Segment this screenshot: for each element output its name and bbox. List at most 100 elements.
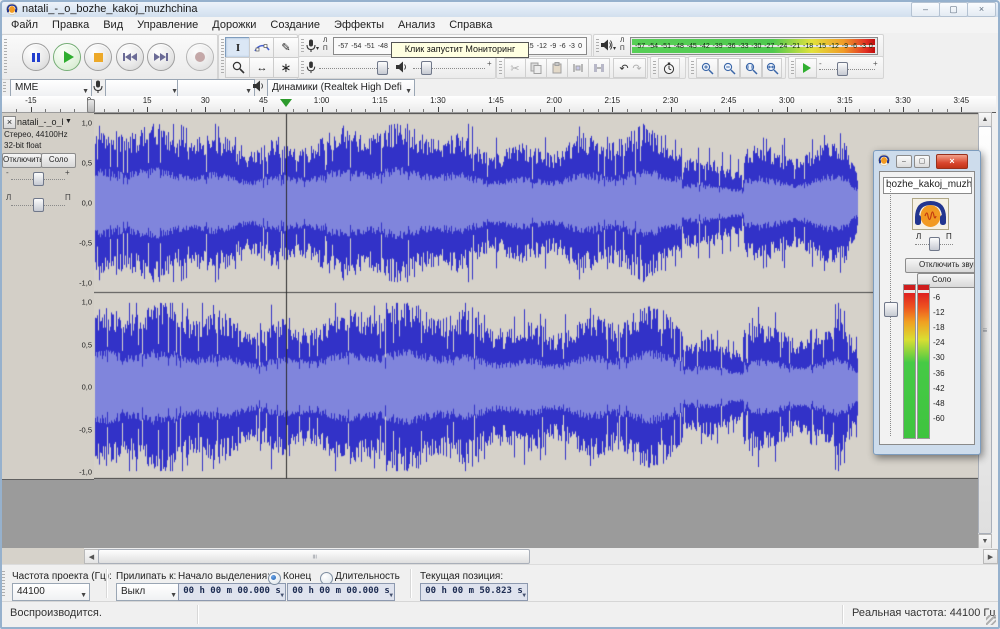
- track-mute-button[interactable]: Отключить звук: [2, 153, 42, 168]
- plus-label: +: [873, 59, 878, 68]
- toolbar-grip[interactable]: [691, 61, 694, 74]
- output-volume-thumb[interactable]: [421, 61, 432, 75]
- track-menu-arrow-icon[interactable]: ▼: [65, 118, 72, 125]
- forward-button[interactable]: [147, 43, 175, 71]
- scroll-right-arrow[interactable]: ▶: [983, 549, 998, 564]
- track-pan-thumb[interactable]: [33, 198, 44, 212]
- close-button[interactable]: ×: [936, 154, 968, 169]
- playback-speed-thumb[interactable]: [837, 62, 848, 76]
- record-button[interactable]: [186, 43, 214, 71]
- toolbar-grip[interactable]: [4, 39, 7, 75]
- menu-item[interactable]: Создание: [263, 18, 327, 32]
- toolbar-grip[interactable]: [221, 39, 224, 75]
- menu-item[interactable]: Вид: [96, 18, 130, 32]
- copy-button[interactable]: [525, 58, 547, 78]
- toolbar-grip[interactable]: [2, 571, 5, 596]
- toolbar-grip[interactable]: [301, 39, 304, 53]
- toolbar-grip[interactable]: [596, 39, 599, 53]
- trim-button[interactable]: [567, 58, 589, 78]
- toolbar-grip[interactable]: [499, 61, 502, 74]
- vertical-ruler[interactable]: 1,0 0,5 0,0 -0,5 -1,0 1,0 0,5 0,0 -0,5 -1,0: [77, 113, 94, 479]
- paste-button[interactable]: [546, 58, 568, 78]
- menu-item[interactable]: Правка: [45, 18, 96, 32]
- timeline-ruler[interactable]: -1501530451:001:151:301:452:002:152:302:…: [0, 96, 996, 113]
- track-close-button[interactable]: ×: [3, 116, 16, 129]
- horizontal-scrollbar[interactable]: ◀ ≡ ▶: [84, 548, 998, 564]
- maximize-button[interactable]: ▢: [939, 2, 968, 17]
- recording-channels-select[interactable]: ▼: [177, 79, 255, 97]
- project-rate-select[interactable]: 44100 ▼: [12, 583, 90, 601]
- mixer-pan-thumb[interactable]: [929, 237, 940, 251]
- scale-label: -21: [790, 42, 801, 50]
- selection-end-field[interactable]: 00 h 00 m 00.000 s ▼: [287, 583, 395, 601]
- horizontal-scrollbar-thumb[interactable]: ≡: [98, 549, 530, 564]
- zoom-out-button[interactable]: [718, 58, 740, 78]
- pause-icon: [32, 52, 40, 62]
- length-radio-label[interactable]: Длительность: [335, 571, 400, 582]
- maximize-button[interactable]: ▢: [914, 155, 930, 168]
- toolbar-grip[interactable]: [653, 61, 656, 74]
- menu-item[interactable]: Управление: [130, 18, 205, 32]
- selection-start-marker[interactable]: [87, 99, 95, 113]
- track-format: 32-bit float: [4, 141, 42, 150]
- rewind-button[interactable]: [116, 43, 144, 71]
- redo-button[interactable]: ↷: [629, 58, 646, 78]
- end-radio-label[interactable]: Конец: [283, 571, 311, 582]
- mixer-gain-thumb[interactable]: [884, 302, 898, 317]
- silence-button[interactable]: [588, 58, 610, 78]
- draw-tool-button[interactable]: ✎: [273, 37, 299, 58]
- minimize-button[interactable]: –: [896, 155, 912, 168]
- mixer-track-name-field[interactable]: bozhe_kakoj_muzhchina: [883, 177, 972, 194]
- stop-button[interactable]: [84, 43, 112, 71]
- scroll-left-arrow[interactable]: ◀: [84, 549, 99, 564]
- audio-host-select[interactable]: MME ▼: [10, 79, 92, 97]
- playback-device-select[interactable]: Динамики (Realtek High Defi ▼: [267, 79, 415, 97]
- multi-tool-button[interactable]: ∗: [273, 57, 299, 78]
- envelope-tool-button[interactable]: [249, 37, 275, 58]
- end-radio[interactable]: [268, 572, 281, 585]
- waveform[interactable]: [94, 113, 978, 479]
- toolbar-grip[interactable]: [791, 61, 794, 74]
- snap-to-select[interactable]: Выкл ▼: [116, 583, 180, 601]
- resize-grip[interactable]: [986, 615, 996, 625]
- title-bar[interactable]: natali_-_o_bozhe_kakoj_muzhchina – ▢ ×: [0, 0, 1000, 18]
- cut-button[interactable]: ✂: [504, 58, 526, 78]
- position-field[interactable]: 00 h 00 m 50.823 s ▼: [420, 583, 528, 601]
- zoom-in-button[interactable]: [696, 58, 718, 78]
- minimize-button[interactable]: –: [911, 2, 940, 17]
- menu-item[interactable]: Справка: [442, 18, 499, 32]
- microphone-icon: [306, 39, 316, 52]
- mixer-mute-button[interactable]: Отключить звук: [905, 258, 974, 273]
- playhead-triangle-icon[interactable]: [280, 99, 292, 107]
- scrollbar-left-filler: [0, 548, 84, 564]
- mixer-board-window[interactable]: – ▢ × bozhe_kakoj_muzhchina Л П Отключит…: [873, 150, 981, 455]
- track-gain-thumb[interactable]: [33, 172, 44, 186]
- dropdown-arrow-icon[interactable]: ▾: [613, 45, 616, 52]
- zoom-selection-button[interactable]: [740, 58, 762, 78]
- input-volume-thumb[interactable]: [377, 61, 388, 75]
- track-solo-button[interactable]: Соло: [41, 153, 76, 168]
- menu-item[interactable]: Дорожки: [205, 18, 263, 32]
- track-title[interactable]: natali_-_o_bozhe_kakoj_muzhchina: [17, 117, 63, 127]
- menu-item[interactable]: Эффекты: [327, 18, 391, 32]
- scroll-down-arrow[interactable]: ▼: [978, 534, 992, 549]
- toolbar-grip[interactable]: [3, 82, 6, 92]
- menu-item[interactable]: Анализ: [391, 18, 442, 32]
- selection-start-field[interactable]: 00 h 00 m 00.000 s ▼: [178, 583, 286, 601]
- playback-meter[interactable]: -57 -54 -51 -48 -45 -42 -39 -36 -33 -30 -27 -24 -21-…: [630, 37, 878, 55]
- zoom-tool-button[interactable]: [225, 57, 251, 78]
- pause-button[interactable]: [22, 43, 50, 71]
- timeshift-tool-button[interactable]: ↔: [249, 57, 275, 78]
- fit-project-button[interactable]: [762, 58, 782, 78]
- scroll-up-arrow[interactable]: ▲: [978, 112, 992, 127]
- scale-label: 0: [868, 42, 873, 50]
- timer-record-button[interactable]: [658, 58, 680, 78]
- selection-tool-button[interactable]: I: [225, 37, 251, 58]
- dropdown-arrow-icon[interactable]: ▾: [316, 45, 319, 52]
- play-at-speed-button[interactable]: [795, 58, 817, 78]
- menu-item[interactable]: Файл: [4, 18, 45, 32]
- toolbar-grip[interactable]: [301, 61, 304, 74]
- play-button[interactable]: [53, 43, 81, 71]
- recording-device-select[interactable]: ▼: [105, 79, 181, 97]
- close-button[interactable]: ×: [967, 2, 996, 17]
